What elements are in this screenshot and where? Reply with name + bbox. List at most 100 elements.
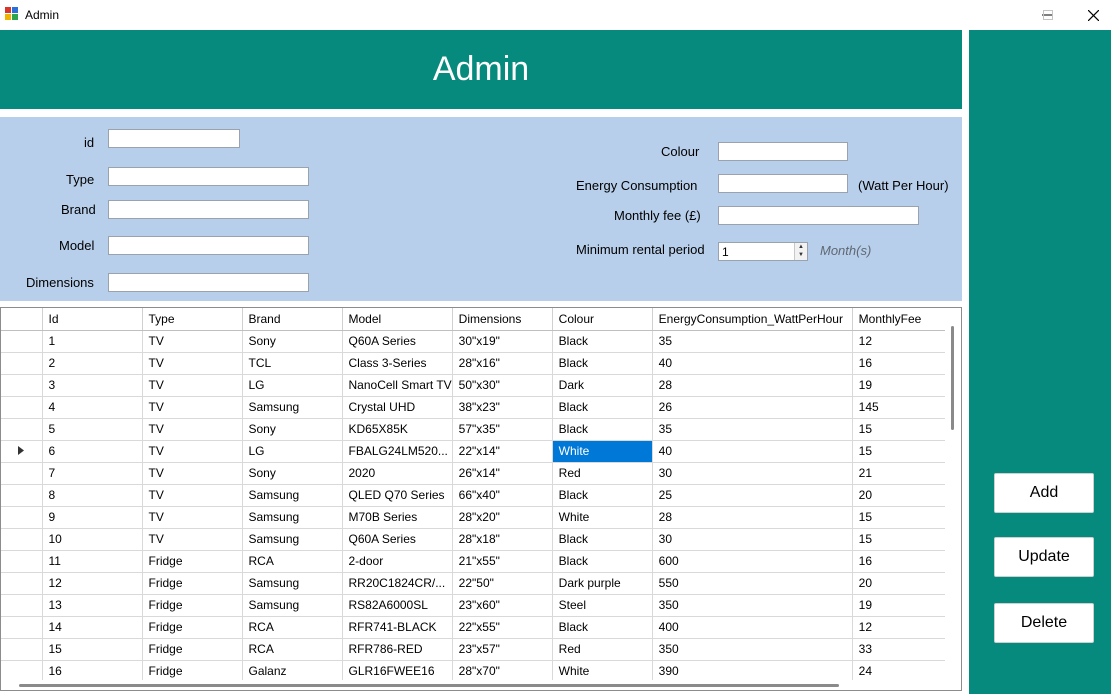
grid-cell[interactable]: Samsung xyxy=(242,572,343,595)
grid-cell[interactable]: 16 xyxy=(42,660,143,683)
row-header[interactable] xyxy=(1,572,43,595)
id-field[interactable] xyxy=(108,129,240,148)
grid-cell[interactable]: 19 xyxy=(852,374,955,397)
grid-cell[interactable]: 24 xyxy=(852,660,955,683)
grid-cell[interactable]: 21"x55" xyxy=(452,550,553,573)
stepper-up-icon[interactable]: ▲ xyxy=(795,243,807,251)
monthly-fee-field[interactable] xyxy=(718,206,919,225)
grid-cell[interactable]: 19 xyxy=(852,594,955,617)
table-row[interactable]: 1 TV Sony Q60A Series 30"x19" Black 35 12 xyxy=(1,330,955,353)
grid-cell[interactable]: Samsung xyxy=(242,594,343,617)
grid-cell[interactable]: 350 xyxy=(652,594,853,617)
grid-cell[interactable]: RS82A6000SL xyxy=(342,594,453,617)
table-row[interactable]: 13 Fridge Samsung RS82A6000SL 23"x60" Steel 35… xyxy=(1,594,955,617)
table-row[interactable]: 5 TV Sony KD65X85K 57"x35" Black 35 15 xyxy=(1,418,955,441)
grid-cell[interactable]: RR20C1824CR/... xyxy=(342,572,453,595)
grid-cell[interactable]: Black xyxy=(552,352,653,375)
grid-cell[interactable]: 550 xyxy=(652,572,853,595)
table-row[interactable]: 6 TV LG FBALG24LM520... 22"x14" White 40 15 xyxy=(1,440,955,463)
grid-cell[interactable]: 22"50" xyxy=(452,572,553,595)
table-row[interactable]: 15 Fridge RCA RFR786-RED 23"x57" Red 350 33 xyxy=(1,638,955,661)
grid-cell[interactable]: White xyxy=(552,660,653,683)
grid-cell[interactable]: White xyxy=(552,506,653,529)
grid-cell[interactable]: RCA xyxy=(242,616,343,639)
grid-cell[interactable]: 390 xyxy=(652,660,853,683)
row-header[interactable] xyxy=(1,506,43,529)
grid-cell[interactable]: 15 xyxy=(852,506,955,529)
row-header[interactable] xyxy=(1,374,43,397)
row-header[interactable] xyxy=(1,462,43,485)
row-header[interactable] xyxy=(1,638,43,661)
grid-cell[interactable]: RFR786-RED xyxy=(342,638,453,661)
grid-cell[interactable]: TV xyxy=(142,462,243,485)
column-header-monthlyfee[interactable]: MonthlyFee xyxy=(852,308,955,331)
grid-cell[interactable]: 12 xyxy=(852,616,955,639)
table-row[interactable]: 14 Fridge RCA RFR741-BLACK 22"x55" Black 400 12 xyxy=(1,616,955,639)
grid-cell[interactable]: TV xyxy=(142,396,243,419)
grid-cell[interactable]: 25 xyxy=(652,484,853,507)
grid-cell[interactable]: Red xyxy=(552,462,653,485)
grid-cell[interactable]: 12 xyxy=(852,330,955,353)
column-header-brand[interactable]: Brand xyxy=(242,308,343,331)
column-header-type[interactable]: Type xyxy=(142,308,243,331)
grid-cell[interactable]: 22"x55" xyxy=(452,616,553,639)
grid-cell[interactable]: Black xyxy=(552,418,653,441)
grid-cell[interactable]: 50"x30" xyxy=(452,374,553,397)
grid-cell[interactable]: LG xyxy=(242,374,343,397)
grid-cell[interactable]: TV xyxy=(142,528,243,551)
column-header-energyconsumption-wattperhour[interactable]: EnergyConsumption_WattPerHour xyxy=(652,308,853,331)
column-header-colour[interactable]: Colour xyxy=(552,308,653,331)
table-row[interactable]: 2 TV TCL Class 3-Series 28"x16" Black 40 16 xyxy=(1,352,955,375)
grid-cell[interactable]: 15 xyxy=(852,440,955,463)
row-header[interactable] xyxy=(1,396,43,419)
row-header[interactable] xyxy=(1,660,43,683)
grid-cell[interactable]: NanoCell Smart TV xyxy=(342,374,453,397)
grid-cell[interactable]: Black xyxy=(552,396,653,419)
grid-cell[interactable]: Samsung xyxy=(242,506,343,529)
grid-cell[interactable]: 21 xyxy=(852,462,955,485)
grid-cell[interactable]: 28"x70" xyxy=(452,660,553,683)
vertical-scroll-thumb[interactable] xyxy=(951,326,954,430)
grid-cell[interactable]: TV xyxy=(142,418,243,441)
grid-cell[interactable]: RFR741-BLACK xyxy=(342,616,453,639)
grid-cell[interactable]: 40 xyxy=(652,352,853,375)
grid-cell[interactable]: 2 xyxy=(42,352,143,375)
grid-cell[interactable]: 66"x40" xyxy=(452,484,553,507)
table-row[interactable]: 10 TV Samsung Q60A Series 28"x18" Black 30 15 xyxy=(1,528,955,551)
row-header[interactable] xyxy=(1,418,43,441)
grid-cell[interactable]: Samsung xyxy=(242,484,343,507)
column-header-model[interactable]: Model xyxy=(342,308,453,331)
energy-consumption-field[interactable] xyxy=(718,174,848,193)
grid-cell[interactable]: Crystal UHD xyxy=(342,396,453,419)
grid-cell[interactable]: TV xyxy=(142,374,243,397)
table-row[interactable]: 12 Fridge Samsung RR20C1824CR/... 22"50" Dark… xyxy=(1,572,955,595)
grid-cell[interactable]: GLR16FWEE16 xyxy=(342,660,453,683)
grid-cell[interactable]: 12 xyxy=(42,572,143,595)
grid-cell[interactable]: Black xyxy=(552,528,653,551)
grid-cell[interactable]: Q60A Series xyxy=(342,528,453,551)
grid-cell[interactable]: TV xyxy=(142,506,243,529)
grid-cell[interactable]: 16 xyxy=(852,550,955,573)
grid-cell[interactable]: 26"x14" xyxy=(452,462,553,485)
row-header[interactable] xyxy=(1,616,43,639)
grid-cell[interactable]: 22"x14" xyxy=(452,440,553,463)
delete-button[interactable]: Delete xyxy=(994,603,1094,643)
grid-cell[interactable]: Samsung xyxy=(242,528,343,551)
title-bar[interactable]: Admin xyxy=(0,0,1111,30)
table-row[interactable]: 3 TV LG NanoCell Smart TV 50"x30" Dark 28 19 xyxy=(1,374,955,397)
grid-cell[interactable]: 400 xyxy=(652,616,853,639)
grid-cell[interactable]: 7 xyxy=(42,462,143,485)
table-row[interactable]: 7 TV Sony 2020 26"x14" Red 30 21 xyxy=(1,462,955,485)
grid-cell[interactable]: Fridge xyxy=(142,550,243,573)
horizontal-scroll-thumb[interactable] xyxy=(19,684,839,687)
grid-cell[interactable]: Q60A Series xyxy=(342,330,453,353)
grid-cell[interactable]: 30 xyxy=(652,528,853,551)
grid-cell[interactable]: 15 xyxy=(42,638,143,661)
grid-cell[interactable]: 2020 xyxy=(342,462,453,485)
grid-cell[interactable]: 600 xyxy=(652,550,853,573)
add-button[interactable]: Add xyxy=(994,473,1094,513)
column-header-dimensions[interactable]: Dimensions xyxy=(452,308,553,331)
grid-cell[interactable]: 11 xyxy=(42,550,143,573)
grid-cell[interactable]: 23"x57" xyxy=(452,638,553,661)
stepper-down-icon[interactable]: ▼ xyxy=(795,251,807,259)
